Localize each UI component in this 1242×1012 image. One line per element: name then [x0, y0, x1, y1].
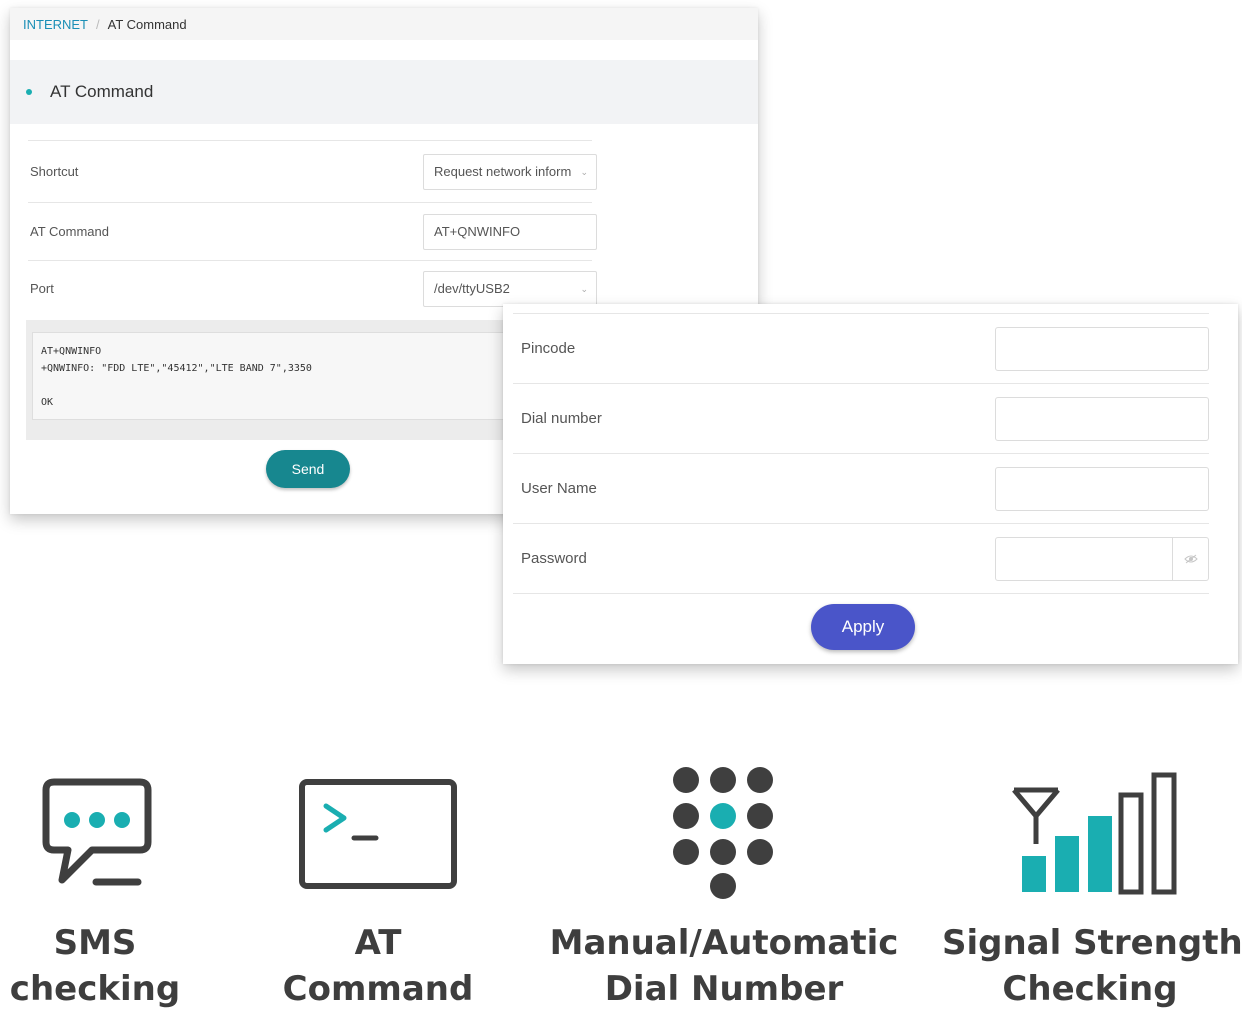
- breadcrumb-current: AT Command: [107, 16, 187, 32]
- terminal-icon: [299, 779, 457, 889]
- password-input[interactable]: [995, 536, 1209, 581]
- shortcut-label: Shortcut: [30, 164, 79, 179]
- port-label: Port: [30, 281, 54, 296]
- user-name-label: User Name: [521, 480, 597, 497]
- dial-number-input[interactable]: [995, 396, 1209, 441]
- feature-at-line2: Command: [282, 969, 474, 1009]
- response-area: AT+QNWINFO +QNWINFO: "FDD LTE","45412","…: [26, 320, 546, 440]
- feature-sms-label: SMS checking: [0, 920, 190, 1012]
- feature-sms-line2: checking: [9, 969, 181, 1009]
- signal-strength-icon: [1012, 772, 1177, 895]
- dial-number-row: Dial number: [513, 383, 1209, 453]
- breadcrumb: INTERNET / AT Command: [10, 8, 758, 40]
- shortcut-select[interactable]: Request network inform ⌄: [423, 153, 597, 190]
- send-button[interactable]: Send: [266, 450, 350, 488]
- page-title: AT Command: [50, 82, 154, 101]
- at-command-label: AT Command: [30, 224, 109, 239]
- user-name-row: User Name: [513, 453, 1209, 523]
- response-output[interactable]: AT+QNWINFO +QNWINFO: "FDD LTE","45412","…: [32, 332, 540, 420]
- feature-dial-line1: Manual/Automatic: [549, 923, 899, 963]
- chevron-down-icon: ⌄: [580, 283, 588, 294]
- user-name-input[interactable]: [995, 466, 1209, 511]
- feature-sms-line1: SMS: [53, 923, 137, 963]
- at-command-input[interactable]: AT+QNWINFO: [423, 213, 597, 250]
- feature-signal-label: Signal Strength Checking: [942, 920, 1242, 1012]
- feature-at-line1: AT: [354, 923, 402, 963]
- status-dot-icon: [26, 89, 32, 95]
- chevron-down-icon: ⌄: [580, 166, 588, 177]
- shortcut-row: Shortcut Request network inform ⌄: [28, 140, 597, 202]
- password-label: Password: [521, 550, 587, 567]
- port-select-value: /dev/ttyUSB2: [434, 281, 510, 296]
- feature-dial-line2: Dial Number: [604, 969, 844, 1009]
- pincode-label: Pincode: [521, 340, 576, 357]
- chat-bubble-icon: [42, 778, 152, 886]
- at-command-row: AT Command AT+QNWINFO: [28, 202, 597, 260]
- breadcrumb-internet-link[interactable]: INTERNET: [23, 17, 88, 32]
- pincode-input[interactable]: [995, 326, 1209, 371]
- feature-dial-label: Manual/Automatic Dial Number: [548, 920, 900, 1012]
- port-select[interactable]: /dev/ttyUSB2 ⌄: [423, 270, 597, 307]
- feature-signal-line1: Signal Strength: [942, 923, 1242, 963]
- shortcut-select-value: Request network inform: [434, 164, 572, 179]
- eye-off-icon: [1183, 554, 1198, 563]
- breadcrumb-separator: /: [96, 16, 100, 32]
- feature-at-command-label: AT Command: [278, 920, 478, 1012]
- dialpad-icon: [673, 767, 773, 899]
- apply-button[interactable]: Apply: [811, 604, 915, 650]
- show-password-toggle[interactable]: [1172, 537, 1208, 580]
- dial-settings-panel: Pincode Dial number User Name Password A…: [503, 304, 1238, 664]
- divider: [513, 593, 1209, 594]
- pincode-row: Pincode: [513, 313, 1209, 383]
- dial-number-label: Dial number: [521, 410, 602, 427]
- at-command-input-value: AT+QNWINFO: [434, 224, 521, 239]
- password-row: Password: [513, 523, 1209, 593]
- feature-signal-line2: Checking: [1002, 969, 1178, 1009]
- at-command-header: AT Command: [10, 60, 758, 124]
